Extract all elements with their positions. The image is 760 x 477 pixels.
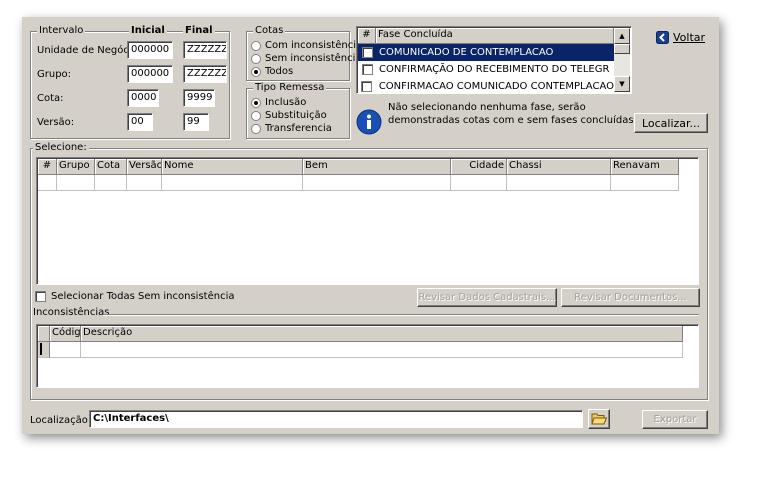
radio-label: Substituição bbox=[265, 110, 327, 121]
fase-checkbox[interactable] bbox=[361, 47, 373, 58]
select-all-label: Selecionar Todas Sem inconsistência bbox=[51, 291, 235, 302]
fase-checkbox[interactable] bbox=[361, 81, 373, 92]
inconsistencias-divider bbox=[103, 314, 699, 316]
grupo-label: Grupo: bbox=[37, 69, 72, 80]
cotas-option-com[interactable]: Com inconsistência bbox=[251, 40, 362, 51]
cotas-title: Cotas bbox=[253, 25, 286, 36]
cotas-option-sem[interactable]: Sem inconsistência bbox=[251, 53, 362, 64]
radio-button bbox=[251, 40, 261, 51]
inconsistencias-title: Inconsistências bbox=[33, 307, 110, 318]
localizar-button[interactable]: Localizar... bbox=[634, 113, 708, 133]
revisar-documentos-button[interactable]: Revisar Documentos... bbox=[561, 288, 700, 307]
radio-label: Inclusão bbox=[265, 97, 307, 108]
col-renavam[interactable]: Renavam bbox=[611, 159, 679, 175]
inc-col-descricao[interactable]: Descrição bbox=[81, 326, 683, 342]
col-cota[interactable]: Cota bbox=[95, 159, 127, 175]
col-inicial-header: Inicial bbox=[129, 25, 167, 36]
radio-button bbox=[251, 123, 261, 134]
col-chassi[interactable]: Chassi bbox=[507, 159, 611, 175]
radio-label: Transferencia bbox=[265, 123, 332, 134]
fase-row[interactable]: COMUNICADO DE CONTEMPLACAO bbox=[358, 44, 614, 61]
fases-header: # Fase Concluída bbox=[358, 28, 614, 44]
info-text: Não selecionando nenhuma fase, serão dem… bbox=[388, 102, 637, 126]
cotas-group: Cotas Com inconsistência Sem inconsistên… bbox=[246, 25, 362, 81]
fases-scrollbar[interactable]: ▲ ▼ bbox=[614, 28, 630, 92]
fase-row[interactable]: CONFIRMACAO COMUNICADO CONTEMPLACAO bbox=[358, 78, 614, 93]
scroll-thumb[interactable] bbox=[614, 44, 630, 54]
revisar-dados-button[interactable]: Revisar Dados Cadastrais... bbox=[417, 288, 557, 307]
voltar-label: Voltar bbox=[673, 31, 706, 44]
cota-label: Cota: bbox=[37, 93, 64, 104]
versao-label: Versão: bbox=[37, 117, 75, 128]
versao-final-field[interactable]: 99 bbox=[183, 113, 209, 131]
versao-inicial-field[interactable]: 00 bbox=[127, 113, 153, 131]
cota-inicial-field[interactable]: 0000 bbox=[127, 89, 159, 107]
cotas-option-todos[interactable]: Todos bbox=[251, 66, 293, 77]
table-row[interactable] bbox=[38, 175, 679, 191]
col-grupo[interactable]: Grupo bbox=[57, 159, 95, 175]
interfaces-window: Intervalo Inicial Final Unidade de Negóc… bbox=[22, 17, 719, 434]
selecione-grid[interactable]: # Grupo Cota Versão Nome Bem Cidade Chas… bbox=[36, 157, 699, 285]
cota-final-field[interactable]: 9999 bbox=[183, 89, 215, 107]
radio-button bbox=[251, 53, 261, 64]
radio-label: Todos bbox=[265, 66, 294, 77]
intervalo-title: Intervalo bbox=[37, 25, 86, 36]
voltar-button[interactable]: Voltar bbox=[656, 31, 705, 44]
unidade-negocio-label: Unidade de Negócio: bbox=[37, 45, 142, 56]
info-icon bbox=[356, 109, 382, 135]
col-hash[interactable]: # bbox=[38, 159, 57, 175]
grupo-inicial-field[interactable]: 000000 bbox=[127, 65, 173, 83]
table-row[interactable] bbox=[38, 342, 683, 358]
scroll-down-icon[interactable]: ▼ bbox=[614, 76, 630, 92]
radio-button bbox=[251, 110, 261, 121]
unidade-final-field[interactable]: ZZZZZZ bbox=[183, 41, 227, 59]
fase-label: CONFIRMACAO COMUNICADO CONTEMPLACAO bbox=[378, 81, 614, 92]
fase-checkbox[interactable] bbox=[361, 64, 373, 75]
scroll-up-icon[interactable]: ▲ bbox=[614, 28, 630, 44]
fase-label: COMUNICADO DE CONTEMPLACAO bbox=[379, 47, 554, 58]
inconsistencias-grid[interactable]: Código Descrição bbox=[36, 324, 699, 388]
inconsistencias-header: Código Descrição bbox=[38, 326, 683, 342]
remessa-option-substituicao[interactable]: Substituição bbox=[251, 110, 327, 121]
radio-button-selected bbox=[251, 66, 261, 77]
folder-open-icon bbox=[591, 413, 607, 425]
unidade-inicial-field[interactable]: 000000 bbox=[127, 41, 173, 59]
fases-col-fase[interactable]: Fase Concluída bbox=[376, 28, 614, 44]
selecione-header: # Grupo Cota Versão Nome Bem Cidade Chas… bbox=[38, 159, 679, 175]
remessa-option-inclusao[interactable]: Inclusão bbox=[251, 97, 306, 108]
select-all-checkbox[interactable]: Selecionar Todas Sem inconsistência bbox=[35, 291, 234, 302]
fases-grid[interactable]: # Fase Concluída COMUNICADO DE CONTEMPLA… bbox=[356, 26, 632, 94]
localizacao-field[interactable]: C:\Interfaces\ bbox=[89, 410, 583, 428]
radio-label: Com inconsistência bbox=[265, 40, 363, 51]
intervalo-group: Intervalo Inicial Final Unidade de Negóc… bbox=[30, 25, 230, 139]
col-final-header: Final bbox=[183, 25, 215, 36]
fase-label: CONFIRMAÇÃO DO RECEBIMENTO DO TELEGR bbox=[379, 64, 610, 75]
col-nome[interactable]: Nome bbox=[162, 159, 303, 175]
grupo-final-field[interactable]: ZZZZZZ bbox=[183, 65, 227, 83]
col-versao[interactable]: Versão bbox=[127, 159, 162, 175]
radio-label: Sem inconsistência bbox=[265, 53, 362, 64]
fases-col-hash[interactable]: # bbox=[358, 28, 376, 44]
inc-col-codigo[interactable]: Código bbox=[50, 326, 81, 342]
checkbox-box[interactable] bbox=[35, 291, 46, 302]
remessa-option-transferencia[interactable]: Transferencia bbox=[251, 123, 332, 134]
tipo-remessa-group: Tipo Remessa Inclusão Substituição Trans… bbox=[246, 82, 350, 139]
row-indicator bbox=[38, 342, 50, 358]
inc-col-indicator bbox=[38, 326, 50, 342]
localizacao-label: Localização: bbox=[30, 415, 92, 426]
browse-folder-button[interactable] bbox=[588, 409, 610, 429]
col-cidade[interactable]: Cidade bbox=[451, 159, 507, 175]
radio-button-selected bbox=[251, 97, 261, 108]
col-bem[interactable]: Bem bbox=[303, 159, 451, 175]
tipo-remessa-title: Tipo Remessa bbox=[253, 82, 327, 93]
fase-row[interactable]: CONFIRMAÇÃO DO RECEBIMENTO DO TELEGR bbox=[358, 61, 614, 78]
back-arrow-icon bbox=[656, 31, 669, 44]
exportar-button[interactable]: Exportar bbox=[642, 410, 708, 429]
selecione-title: Selecione: bbox=[33, 142, 89, 153]
selecione-group: Selecione: # Grupo Cota Versão Nome Bem … bbox=[30, 142, 708, 400]
